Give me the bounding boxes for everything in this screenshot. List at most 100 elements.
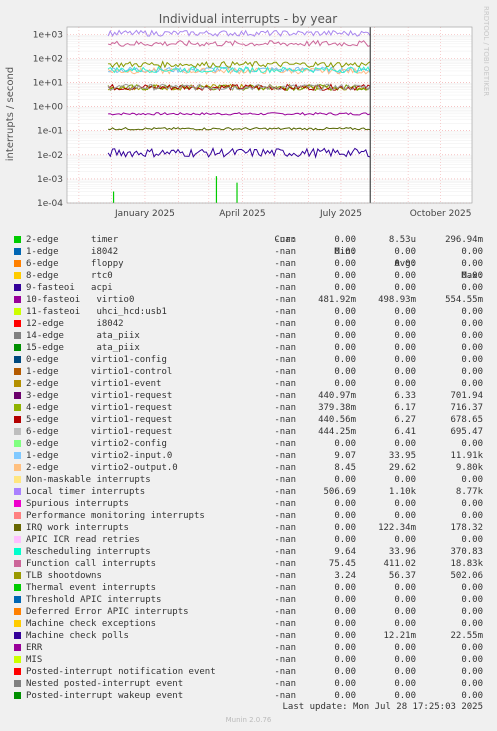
legend-row: Spurious interrupts -nan 0.00 0.00 0.00: [0, 498, 497, 510]
legend-label: Posted-interrupt notification event: [26, 667, 216, 677]
legend-swatch: [14, 260, 21, 267]
legend-avg-value: 0.00: [394, 367, 416, 377]
legend-row: 1-edge virtio1-control -nan 0.00 0.00 0.00: [0, 366, 497, 378]
legend-label: 9-fasteoi acpi: [26, 283, 113, 293]
legend-avg-value: 6.17: [394, 403, 416, 413]
legend-avg-value: 0.00: [394, 583, 416, 593]
legend-row: 4-edge virtio1-request -nan 379.38m 6.17 716…: [0, 402, 497, 414]
legend-label: 4-edge virtio1-request: [26, 403, 173, 413]
legend-label: APIC ICR read retries: [26, 535, 140, 545]
y-tick-label: 1e+03: [33, 30, 63, 40]
legend-label: 14-edge ata_piix: [26, 331, 140, 341]
legend-avg-value: 0.00: [394, 307, 416, 317]
legend-label: Threshold APIC interrupts: [26, 595, 162, 605]
legend-row: 6-edge virtio1-request -nan 444.25m 6.41 695…: [0, 426, 497, 438]
y-tick-label: 1e-03: [37, 175, 63, 185]
y-axis: 1e+03 1e+02 1e+01 1e+00 1e-01 1e-02 1e-03 1e-04: [33, 30, 64, 209]
legend-row: Local timer interrupts -nan 506.69 1.10k 8.7…: [0, 486, 497, 498]
legend-max-value: 716.37: [450, 403, 483, 413]
chart-title: Individual interrupts - by year: [159, 12, 337, 26]
munin-version: Munin 2.0.76: [225, 716, 272, 724]
legend-label: 2-edge timer: [26, 235, 119, 245]
legend-label: 2-edge virtio2-output.0: [26, 463, 178, 473]
y-axis-label: interrupts / second: [5, 67, 16, 161]
legend-avg-value: 411.02: [383, 559, 416, 569]
legend-avg-value: 0.00: [394, 619, 416, 629]
legend-avg-value: 33.95: [388, 451, 416, 461]
legend-swatch: [14, 548, 21, 555]
legend-row: TLB shootdowns -nan 3.24 56.37 502.06: [0, 570, 497, 582]
legend: Cur: Min: Avg: Max: 2-edge timer -nan 0.00…: [0, 222, 497, 702]
legend-max-value: 0.00: [461, 355, 483, 365]
legend-label: 12-edge i8042: [26, 319, 124, 329]
chart: Individual interrupts - by year RRDTOOL …: [5, 6, 490, 219]
legend-label: ERR: [26, 643, 43, 653]
legend-row: 5-edge virtio1-request -nan 440.56m 6.27 678…: [0, 414, 497, 426]
x-tick-label: January 2025: [114, 209, 175, 219]
legend-row: 0-edge virtio2-config -nan 0.00 0.00 0.00: [0, 438, 497, 450]
legend-avg-value: 0.00: [394, 475, 416, 485]
legend-swatch: [14, 692, 21, 699]
legend-row: Performance monitoring interrupts -nan 0.0…: [0, 510, 497, 522]
legend-row: Function call interrupts -nan 75.45 411.02 1…: [0, 558, 497, 570]
legend-swatch: [14, 236, 21, 243]
legend-row: Deferred Error APIC interrupts -nan 0.00 0.…: [0, 606, 497, 618]
legend-swatch: [14, 404, 21, 411]
y-tick-label: 1e-01: [37, 127, 63, 137]
legend-max-value: 678.65: [450, 415, 483, 425]
legend-avg-value: 0.00: [394, 259, 416, 269]
x-tick-label: October 2025: [410, 209, 472, 219]
legend-label: TLB shootdowns: [26, 571, 102, 581]
legend-avg-value: 0.00: [394, 595, 416, 605]
legend-row: 8-edge rtc0 -nan 0.00 0.00 0.00: [0, 270, 497, 282]
legend-swatch: [14, 248, 21, 255]
legend-row: Rescheduling interrupts -nan 9.64 33.96 370.…: [0, 546, 497, 558]
legend-max-value: 0.00: [461, 319, 483, 329]
legend-max-value: 0.00: [461, 259, 483, 269]
legend-max-value: 9.80k: [455, 463, 483, 473]
legend-row: Non-maskable interrupts -nan 0.00 0.00 0.00: [0, 474, 497, 486]
legend-label: Performance monitoring interrupts: [26, 511, 205, 521]
legend-avg-value: 0.00: [394, 535, 416, 545]
legend-row: ERR -nan 0.00 0.00 0.00: [0, 642, 497, 654]
legend-avg-value: 56.37: [388, 571, 416, 581]
legend-swatch: [14, 452, 21, 459]
legend-avg-value: 0.00: [394, 319, 416, 329]
legend-header: Cur: Min: Avg: Max:: [0, 222, 497, 281]
legend-max-value: 701.94: [450, 391, 483, 401]
legend-row: 15-edge ata_piix -nan 0.00 0.00 0.00: [0, 342, 497, 354]
legend-swatch: [14, 296, 21, 303]
legend-label: Rescheduling interrupts: [26, 547, 151, 557]
legend-avg-value: 498.93m: [378, 295, 416, 305]
legend-swatch: [14, 524, 21, 531]
legend-swatch: [14, 428, 21, 435]
legend-avg-value: 6.33: [394, 391, 416, 401]
legend-row: 2-edge virtio1-event -nan 0.00 0.00 0.00: [0, 378, 497, 390]
legend-max-value: 0.00: [461, 679, 483, 689]
legend-avg-value: 1.10k: [388, 487, 416, 497]
legend-row: Posted-interrupt notification event -nan 0…: [0, 666, 497, 678]
legend-row: Posted-interrupt wakeup event -nan 0.00 0.0…: [0, 690, 497, 702]
legend-swatch: [14, 320, 21, 327]
legend-label: 0-edge virtio2-config: [26, 439, 167, 449]
legend-max-value: 18.83k: [450, 559, 483, 569]
legend-label: IRQ work interrupts: [26, 523, 129, 533]
legend-label: 2-edge virtio1-event: [26, 379, 162, 389]
legend-avg-value: 6.41: [394, 427, 416, 437]
legend-max-value: 0.00: [461, 535, 483, 545]
legend-max-value: 0.00: [461, 511, 483, 521]
legend-swatch: [14, 644, 21, 651]
legend-max-value: 8.77k: [455, 487, 483, 497]
legend-row: 11-fasteoi uhci_hcd:usb1 -nan 0.00 0.00 0.00: [0, 306, 497, 318]
legend-avg-value: 0.00: [394, 667, 416, 677]
legend-avg-value: 0.00: [394, 331, 416, 341]
legend-swatch: [14, 308, 21, 315]
legend-row: 1-edge virtio2-input.0 -nan 9.07 33.95 11.91…: [0, 450, 497, 462]
legend-swatch: [14, 560, 21, 567]
y-tick-label: 1e+02: [33, 54, 63, 64]
legend-label: 10-fasteoi virtio0: [26, 295, 135, 305]
legend-row: Machine check exceptions -nan 0.00 0.00 0.00: [0, 618, 497, 630]
legend-avg-value: 0.00: [394, 379, 416, 389]
legend-avg-value: 122.34m: [378, 523, 416, 533]
legend-row: 3-edge virtio1-request -nan 440.97m 6.33 701…: [0, 390, 497, 402]
